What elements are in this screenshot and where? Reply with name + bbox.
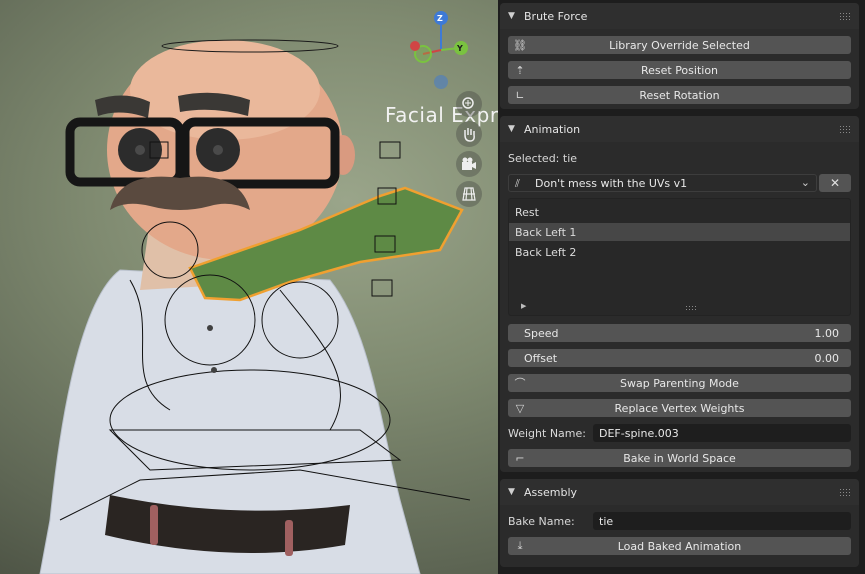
assembly-panel: ▼ Assembly Bake Name: tie ⤓ Load Baked A… — [500, 479, 859, 567]
sidebar: ▼ Brute Force ⛓ Library Override Selecte… — [498, 0, 865, 574]
animation-header[interactable]: ▼ Animation — [500, 116, 859, 142]
gizmo-z-label: Z — [437, 14, 443, 23]
drag-handle-icon[interactable] — [839, 12, 851, 20]
assembly-header[interactable]: ▼ Assembly — [500, 479, 859, 505]
load-baked-animation-button[interactable]: ⤓ Load Baked Animation — [508, 537, 851, 555]
chevron-down-icon: ▼ — [508, 124, 515, 134]
drag-handle-icon[interactable] — [839, 488, 851, 496]
animation-list[interactable]: Rest Back Left 1 Back Left 2 ▶ — [508, 198, 851, 316]
reset-rotation-button[interactable]: ∟ Reset Rotation — [508, 86, 851, 104]
list-item-label: Back Left 2 — [515, 246, 577, 259]
replace-weights-button[interactable]: ▽ Replace Vertex Weights — [508, 399, 851, 417]
action-dropdown[interactable]: ⫽ Don't mess with the UVs v1 ⌄ — [508, 174, 817, 192]
speed-field[interactable]: Speed 1.00 — [508, 324, 851, 342]
navigation-gizmo[interactable]: Z Y — [405, 8, 475, 94]
angle-icon: ∟ — [515, 88, 525, 102]
brute-force-panel: ▼ Brute Force ⛓ Library Override Selecte… — [500, 3, 859, 109]
camera-icon[interactable] — [456, 151, 482, 177]
vertex-weights-icon: ▽ — [515, 401, 525, 415]
gizmo-y-label: Y — [456, 44, 463, 53]
chevron-down-icon: ⌄ — [800, 176, 810, 189]
weight-name-label: Weight Name: — [508, 427, 586, 440]
button-label: Swap Parenting Mode — [620, 376, 739, 390]
expand-triangle-icon[interactable]: ▶ — [521, 302, 526, 310]
list-item[interactable]: Back Left 1 — [509, 223, 850, 241]
library-override-button[interactable]: ⛓ Library Override Selected — [508, 36, 851, 54]
brute-force-header[interactable]: ▼ Brute Force — [500, 3, 859, 29]
parent-curve-icon: ⌒ — [514, 377, 526, 390]
gizmo-x-axis-icon — [410, 41, 420, 51]
speed-value: 1.00 — [814, 327, 840, 340]
bake-name-label: Bake Name: — [508, 515, 575, 528]
chevron-down-icon: ▼ — [508, 487, 515, 497]
bake-world-space-button[interactable]: ⌐ Bake in World Space — [508, 449, 851, 467]
grid-icon[interactable] — [456, 181, 482, 207]
action-dropdown-value: Don't mess with the UVs v1 — [535, 177, 688, 190]
offset-field[interactable]: Offset 0.00 — [508, 349, 851, 367]
close-icon: ✕ — [829, 176, 841, 190]
drag-handle-icon[interactable] — [839, 125, 851, 133]
list-item-label: Rest — [515, 206, 539, 219]
list-item-label: Back Left 1 — [515, 226, 577, 239]
button-label: Replace Vertex Weights — [614, 401, 745, 415]
selected-object-label: Selected: tie — [508, 152, 578, 165]
animation-panel: ▼ Animation Selected: tie ⫽ Don't mess w… — [500, 116, 859, 472]
offset-value: 0.00 — [814, 352, 840, 365]
move-icon: ⇡ — [515, 63, 525, 77]
panel-title: Animation — [524, 122, 581, 136]
button-label: Bake in World Space — [623, 451, 736, 465]
offset-label: Offset — [524, 352, 558, 365]
panel-title: Assembly — [524, 485, 578, 499]
gizmo-neg-z-icon — [434, 75, 448, 89]
button-label: Reset Rotation — [639, 88, 720, 102]
list-item[interactable]: Back Left 2 — [509, 243, 850, 261]
bake-icon: ⌐ — [515, 451, 525, 465]
zoom-icon[interactable] — [456, 91, 482, 117]
panel-title: Brute Force — [524, 9, 588, 23]
weight-name-input[interactable]: DEF-spine.003 — [593, 424, 851, 442]
speed-label: Speed — [524, 327, 559, 340]
bake-name-input[interactable]: tie — [593, 512, 851, 530]
link-broken-icon: ⛓ — [513, 38, 527, 52]
action-icon: ⫽ — [515, 177, 520, 190]
list-resize-grip-icon[interactable] — [685, 305, 697, 311]
clear-action-button[interactable]: ✕ — [819, 174, 851, 192]
chevron-down-icon: ▼ — [508, 11, 515, 21]
button-label: Load Baked Animation — [617, 539, 742, 553]
reset-position-button[interactable]: ⇡ Reset Position — [508, 61, 851, 79]
button-label: Reset Position — [640, 63, 719, 77]
list-item[interactable]: Rest — [509, 203, 850, 221]
hand-pan-icon[interactable] — [456, 121, 482, 147]
button-label: Library Override Selected — [609, 38, 750, 52]
download-icon: ⤓ — [517, 539, 523, 552]
swap-parenting-button[interactable]: ⌒ Swap Parenting Mode — [508, 374, 851, 392]
